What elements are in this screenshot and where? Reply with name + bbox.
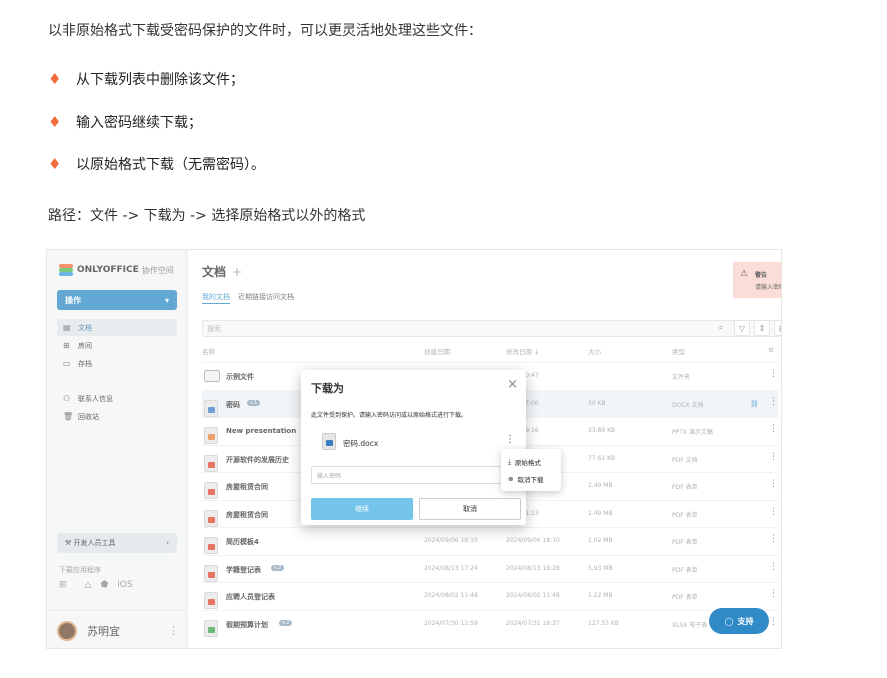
password-input[interactable]: 输入密码: [311, 466, 511, 484]
chat-icon: ◯: [724, 616, 734, 626]
bullet-item: ♦ 从下载列表中删除该文件；: [48, 69, 244, 89]
cancel-circle-icon: ⊗: [508, 475, 514, 483]
download-as-dialog: 下载为 × 此文件受到保护。请输入密码访问或以原始格式进行下载。 密码.docx…: [301, 370, 526, 525]
support-label: 支持: [737, 616, 754, 626]
menu-label: 取消下载: [517, 476, 544, 484]
bullet-item: ♦ 以原始格式下载（无需密码）。: [48, 154, 265, 174]
file-name: 密码.docx: [343, 439, 379, 448]
path-text: 路径：文件 -> 下载为 -> 选择原始格式以外的格式: [48, 208, 366, 224]
dialog-title: 下载为: [311, 382, 344, 395]
diamond-icon: ♦: [48, 113, 62, 131]
diamond-icon: ♦: [48, 70, 62, 88]
docx-file-icon: [322, 433, 336, 450]
intro-text: 以非原始格式下载受密码保护的文件时，可以更灵活地处理这些文件：: [48, 23, 482, 39]
menu-label: 原始格式: [514, 459, 541, 467]
bullet-text: 以原始格式下载（无需密码）。: [76, 157, 265, 173]
menu-item-cancel-download[interactable]: ⊗ 取消下载: [508, 474, 543, 484]
support-button[interactable]: ◯ 支持: [709, 608, 769, 634]
app-screenshot: ONLYOFFICE 协作空间 操作 ▾ ▤ 文档 ⊞ 房间 ▭ 存档 ⚇ 联系人信息 🗑 回收站 ⚒…: [46, 249, 782, 649]
dialog-message: 此文件受到保护。请输入密码访问或以原始格式进行下载。: [311, 412, 468, 419]
cancel-button[interactable]: 取消: [419, 498, 521, 520]
close-icon[interactable]: ×: [507, 377, 518, 392]
more-options-icon[interactable]: ⋮: [505, 434, 515, 445]
menu-item-original-format[interactable]: ⤓ 原始格式: [508, 457, 541, 468]
bullet-item: ♦ 输入密码继续下载；: [48, 112, 202, 132]
file-context-menu: ⤓ 原始格式 ⊗ 取消下载: [501, 449, 561, 491]
continue-button[interactable]: 继续: [311, 498, 413, 520]
download-icon: ⤓: [508, 457, 511, 466]
bullet-text: 输入密码继续下载；: [76, 115, 202, 131]
bullet-text: 从下载列表中删除该文件；: [76, 72, 244, 88]
diamond-icon: ♦: [48, 155, 62, 173]
